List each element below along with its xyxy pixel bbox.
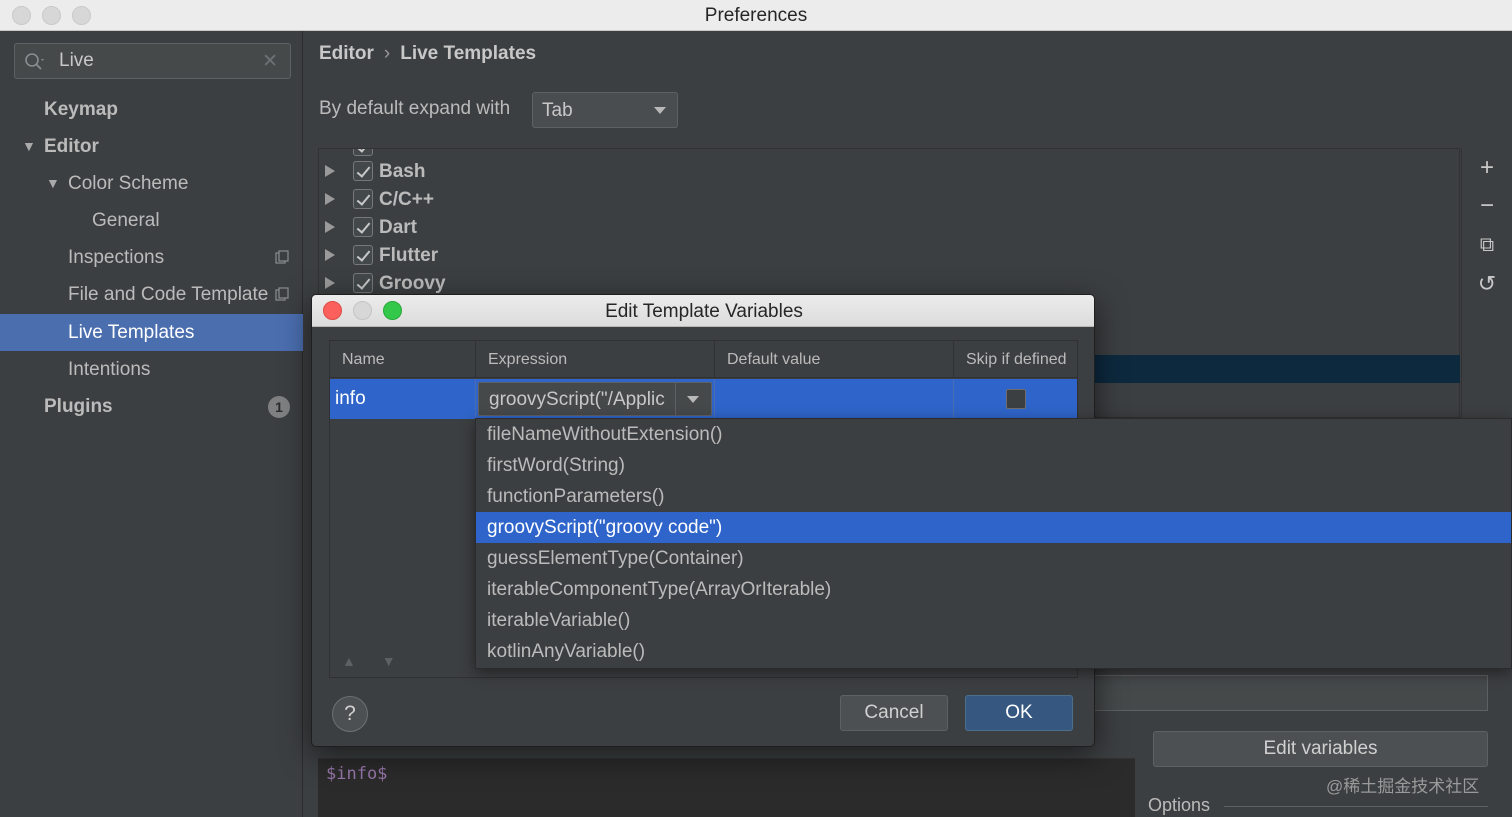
group-checkbox[interactable] bbox=[353, 149, 373, 156]
project-settings-icon bbox=[275, 250, 289, 264]
group-checkbox[interactable] bbox=[353, 273, 373, 293]
dropdown-option-selected[interactable]: groovyScript("groovy code") bbox=[476, 512, 1511, 543]
expand-arrow-icon[interactable] bbox=[325, 249, 335, 261]
move-row-buttons: ▲ ▼ bbox=[342, 653, 396, 669]
dialog-title: Edit Template Variables bbox=[605, 301, 803, 322]
window-titlebar: Preferences bbox=[0, 0, 1512, 31]
expand-arrow-icon[interactable] bbox=[325, 277, 335, 289]
window-title: Preferences bbox=[704, 5, 808, 26]
options-divider bbox=[1224, 806, 1488, 807]
sidebar-item-intentions[interactable]: Intentions bbox=[0, 351, 303, 388]
table-row[interactable]: info groovyScript("/Applic bbox=[330, 379, 1077, 419]
ok-button[interactable]: OK bbox=[965, 695, 1073, 731]
group-checkbox[interactable] bbox=[353, 245, 373, 265]
template-group-dart[interactable]: Dart bbox=[319, 214, 1459, 242]
expand-key-value: Tab bbox=[542, 100, 573, 121]
sidebar-item-file-and-code-templates[interactable]: File and Code Templates bbox=[0, 276, 303, 313]
plugins-update-badge: 1 bbox=[268, 396, 290, 418]
templates-toolbar: + − ⧉ ↺ bbox=[1461, 148, 1512, 418]
expand-key-select[interactable]: Tab bbox=[532, 92, 678, 128]
cancel-button[interactable]: Cancel bbox=[840, 695, 948, 731]
search-icon bbox=[25, 53, 44, 70]
table-header: Name Expression Default value Skip if de… bbox=[330, 341, 1077, 378]
copy-template-button[interactable]: ⧉ bbox=[1470, 230, 1504, 260]
expand-arrow-icon[interactable] bbox=[325, 193, 335, 205]
sidebar-item-plugins[interactable]: Plugins 1 bbox=[0, 388, 303, 425]
breadcrumb-live-templates: Live Templates bbox=[400, 43, 537, 64]
sidebar-item-general[interactable]: General bbox=[0, 202, 303, 239]
dropdown-option[interactable]: firstWord(String) bbox=[476, 450, 1511, 481]
remove-template-button[interactable]: − bbox=[1470, 191, 1504, 221]
expression-cell[interactable]: groovyScript("/Applic bbox=[476, 379, 715, 419]
chevron-down-icon[interactable] bbox=[675, 383, 711, 415]
sidebar-item-inspections[interactable]: Inspections bbox=[0, 239, 303, 276]
expression-value[interactable]: groovyScript("/Applic bbox=[489, 389, 667, 411]
breadcrumb-separator: › bbox=[383, 43, 391, 64]
sidebar-item-live-templates[interactable]: Live Templates bbox=[0, 314, 303, 351]
chevron-down-icon bbox=[654, 107, 666, 114]
add-template-button[interactable]: + bbox=[1470, 153, 1504, 183]
expression-combobox[interactable]: groovyScript("/Applic bbox=[478, 382, 712, 416]
expand-arrow-icon[interactable]: ▼ bbox=[46, 165, 60, 202]
project-settings-icon bbox=[275, 287, 289, 301]
column-default-value[interactable]: Default value bbox=[715, 341, 954, 378]
dropdown-option[interactable]: iterableVariable() bbox=[476, 605, 1511, 636]
template-group-cpp[interactable]: C/C++ bbox=[319, 186, 1459, 214]
template-group-bash[interactable]: Bash bbox=[319, 158, 1459, 186]
template-text: $info$ bbox=[326, 764, 388, 784]
group-checkbox[interactable] bbox=[353, 189, 373, 209]
dropdown-option[interactable]: kotlinAnyVariable() bbox=[476, 636, 1511, 667]
column-name[interactable]: Name bbox=[330, 341, 476, 378]
expand-with-label: By default expand with bbox=[319, 98, 511, 119]
expand-arrow-icon[interactable] bbox=[325, 165, 335, 177]
dropdown-option[interactable]: iterableComponentType(ArrayOrIterable) bbox=[476, 574, 1511, 605]
watermark: @稀土掘金技术社区 bbox=[1326, 777, 1480, 796]
dropdown-option[interactable]: guessElementType(Container) bbox=[476, 543, 1511, 574]
breadcrumb: Editor › Live Templates bbox=[319, 43, 536, 65]
skip-if-defined-checkbox[interactable] bbox=[1006, 389, 1026, 409]
dialog-titlebar: Edit Template Variables bbox=[312, 295, 1094, 327]
help-button[interactable]: ? bbox=[332, 696, 368, 732]
restore-defaults-button[interactable]: ↺ bbox=[1470, 269, 1504, 299]
sidebar-item-color-scheme[interactable]: ▼ Color Scheme bbox=[0, 165, 303, 202]
column-skip-if-defined[interactable]: Skip if defined bbox=[954, 341, 1077, 378]
move-up-icon[interactable]: ▲ bbox=[342, 653, 356, 669]
edit-variables-button[interactable]: Edit variables bbox=[1153, 731, 1488, 767]
settings-search-field[interactable]: Live ✕ bbox=[14, 43, 291, 79]
group-checkbox[interactable] bbox=[353, 161, 373, 181]
expand-arrow-icon[interactable]: ▼ bbox=[22, 128, 36, 165]
dropdown-option[interactable]: fileNameWithoutExtension() bbox=[476, 419, 1511, 450]
settings-sidebar: Live ✕ Keymap ▼ Editor ▼ Color Scheme Ge… bbox=[0, 31, 303, 817]
search-input[interactable]: Live bbox=[59, 50, 94, 72]
skip-if-defined-cell[interactable] bbox=[954, 379, 1077, 419]
expression-dropdown-list[interactable]: fileNameWithoutExtension() firstWord(Str… bbox=[475, 418, 1512, 669]
breadcrumb-editor[interactable]: Editor bbox=[319, 43, 374, 64]
move-down-icon[interactable]: ▼ bbox=[382, 653, 396, 669]
selected-template-row[interactable] bbox=[1094, 355, 1460, 383]
sidebar-item-keymap[interactable]: Keymap bbox=[0, 91, 303, 128]
group-checkbox[interactable] bbox=[353, 217, 373, 237]
dropdown-option[interactable]: functionParameters() bbox=[476, 481, 1511, 512]
sidebar-item-editor[interactable]: ▼ Editor bbox=[0, 128, 303, 165]
template-text-editor[interactable]: $info$ bbox=[318, 758, 1135, 817]
clear-search-icon[interactable]: ✕ bbox=[262, 50, 278, 73]
default-value-cell[interactable] bbox=[715, 379, 954, 419]
description-field[interactable] bbox=[1094, 675, 1488, 711]
options-label: Options bbox=[1148, 795, 1211, 815]
variable-name-cell[interactable]: info bbox=[330, 379, 476, 419]
template-group-flutter[interactable]: Flutter bbox=[319, 242, 1459, 270]
expand-arrow-icon[interactable] bbox=[325, 221, 335, 233]
column-expression[interactable]: Expression bbox=[476, 341, 715, 378]
